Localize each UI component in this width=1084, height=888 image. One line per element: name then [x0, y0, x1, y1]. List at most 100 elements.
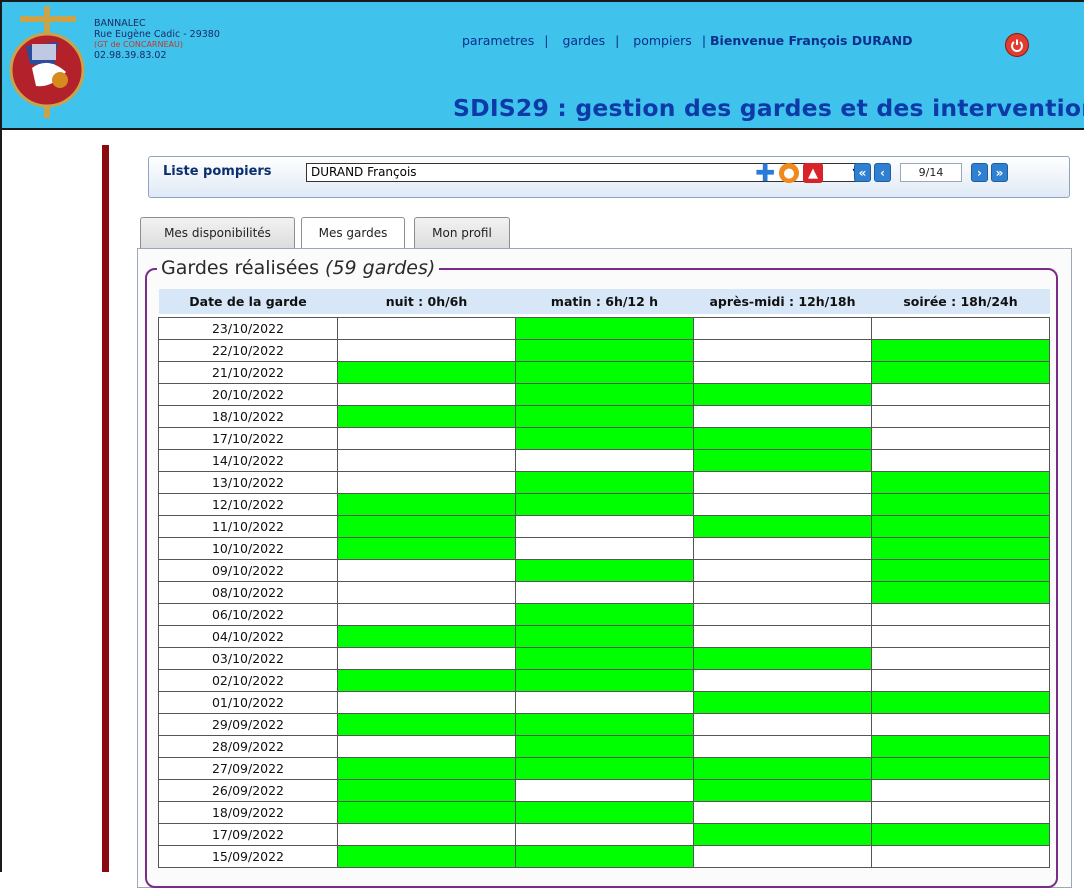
slot-soiree-garde [871, 339, 1050, 362]
slot-nuit-libre [337, 449, 516, 472]
slot-matin-garde [515, 471, 694, 494]
table-row: 09/10/2022 [158, 559, 1050, 582]
garde-date-cell: 20/10/2022 [158, 383, 338, 406]
slot-soiree-libre [871, 669, 1050, 692]
slot-nuit-libre [337, 471, 516, 494]
next-page-button[interactable]: › [971, 163, 988, 182]
slot-soiree-garde [871, 559, 1050, 582]
slot-nuit-garde [337, 515, 516, 538]
slot-matin-garde [515, 647, 694, 670]
slot-nuit-garde [337, 779, 516, 802]
table-row: 10/10/2022 [158, 537, 1050, 560]
nav-gardes[interactable]: gardes [562, 33, 605, 48]
slot-nuit-libre [337, 427, 516, 450]
slot-apres-midi-garde [693, 691, 872, 714]
garde-date-cell: 03/10/2022 [158, 647, 338, 670]
slot-apres-midi-libre [693, 405, 872, 428]
slot-nuit-libre [337, 339, 516, 362]
org-phone: 02.98.39.83.02 [94, 49, 167, 61]
slot-soiree-libre [871, 801, 1050, 824]
table-row: 17/10/2022 [158, 427, 1050, 450]
slot-apres-midi-garde [693, 449, 872, 472]
page-indicator[interactable]: 9/14 [900, 163, 962, 182]
garde-date-cell: 27/09/2022 [158, 757, 338, 780]
slot-apres-midi-garde [693, 647, 872, 670]
table-row: 03/10/2022 [158, 647, 1050, 670]
tab-mon-profil[interactable]: Mon profil [414, 217, 510, 249]
pager: « ‹ 9/14 › » [854, 163, 1008, 182]
slot-matin-libre [515, 823, 694, 846]
slot-nuit-garde [337, 713, 516, 736]
tab-mes-gardes[interactable]: Mes gardes [301, 217, 405, 251]
slot-nuit-garde [337, 361, 516, 384]
garde-date-cell: 18/09/2022 [158, 801, 338, 824]
slot-matin-garde [515, 713, 694, 736]
slot-soiree-libre [871, 405, 1050, 428]
slot-apres-midi-garde [693, 823, 872, 846]
table-row: 20/10/2022 [158, 383, 1050, 406]
last-page-button[interactable]: » [991, 163, 1008, 182]
slot-nuit-garde [337, 537, 516, 560]
section-title: Gardes réalisées (59 gardes) [157, 257, 440, 279]
slot-soiree-garde [871, 361, 1050, 384]
garde-date-cell: 06/10/2022 [158, 603, 338, 626]
power-icon[interactable] [1005, 33, 1029, 57]
slot-matin-garde [515, 405, 694, 428]
tab-mes-disponibilites[interactable]: Mes disponibilités [140, 217, 295, 249]
slot-soiree-garde [871, 757, 1050, 780]
add-pompier-icon[interactable]: ✚ [755, 161, 775, 185]
table-row: 23/10/2022 [158, 317, 1050, 340]
slot-matin-garde [515, 757, 694, 780]
prev-page-button[interactable]: ‹ [874, 163, 891, 182]
table-row: 17/09/2022 [158, 823, 1050, 846]
table-row: 15/09/2022 [158, 845, 1050, 868]
nav-pompiers[interactable]: pompiers [633, 33, 692, 48]
slot-apres-midi-libre [693, 801, 872, 824]
slot-apres-midi-libre [693, 669, 872, 692]
slot-nuit-libre [337, 647, 516, 670]
slot-apres-midi-libre [693, 581, 872, 604]
slot-soiree-libre [871, 625, 1050, 648]
slot-apres-midi-garde [693, 757, 872, 780]
garde-date-cell: 01/10/2022 [158, 691, 338, 714]
slot-nuit-garde [337, 405, 516, 428]
slot-nuit-libre [337, 581, 516, 604]
slot-nuit-libre [337, 559, 516, 582]
slot-apres-midi-libre [693, 735, 872, 758]
table-row: 01/10/2022 [158, 691, 1050, 714]
slot-apres-midi-libre [693, 625, 872, 648]
slot-nuit-garde [337, 801, 516, 824]
slot-apres-midi-libre [693, 713, 872, 736]
slot-nuit-garde [337, 845, 516, 868]
slot-soiree-libre [871, 845, 1050, 868]
col-matin: matin : 6h/12 h [515, 289, 694, 314]
badge-icon[interactable]: ● [779, 163, 799, 183]
garde-date-cell: 17/09/2022 [158, 823, 338, 846]
slot-nuit-garde [337, 757, 516, 780]
table-row: 06/10/2022 [158, 603, 1050, 626]
garde-date-cell: 10/10/2022 [158, 537, 338, 560]
slot-apres-midi-garde [693, 427, 872, 450]
garde-date-cell: 09/10/2022 [158, 559, 338, 582]
slot-matin-garde [515, 559, 694, 582]
slot-nuit-garde [337, 669, 516, 692]
slot-soiree-libre [871, 383, 1050, 406]
nav-parametres[interactable]: parametres [462, 33, 534, 48]
welcome-text: Bienvenue François DURAND [710, 33, 913, 48]
col-soiree: soirée : 18h/24h [871, 289, 1050, 314]
slot-matin-garde [515, 493, 694, 516]
slot-matin-garde [515, 317, 694, 340]
first-page-button[interactable]: « [854, 163, 871, 182]
slot-matin-libre [515, 515, 694, 538]
table-row: 27/09/2022 [158, 757, 1050, 780]
slot-apres-midi-libre [693, 339, 872, 362]
organization-info: BANNALEC Rue Eugène Cadic - 29380 (GT de… [94, 18, 220, 61]
garde-date-cell: 18/10/2022 [158, 405, 338, 428]
table-row: 18/09/2022 [158, 801, 1050, 824]
garde-date-cell: 04/10/2022 [158, 625, 338, 648]
slot-soiree-libre [871, 603, 1050, 626]
delete-icon[interactable]: ▲ [803, 163, 823, 183]
slot-soiree-garde [871, 515, 1050, 538]
slot-apres-midi-libre [693, 845, 872, 868]
garde-date-cell: 11/10/2022 [158, 515, 338, 538]
